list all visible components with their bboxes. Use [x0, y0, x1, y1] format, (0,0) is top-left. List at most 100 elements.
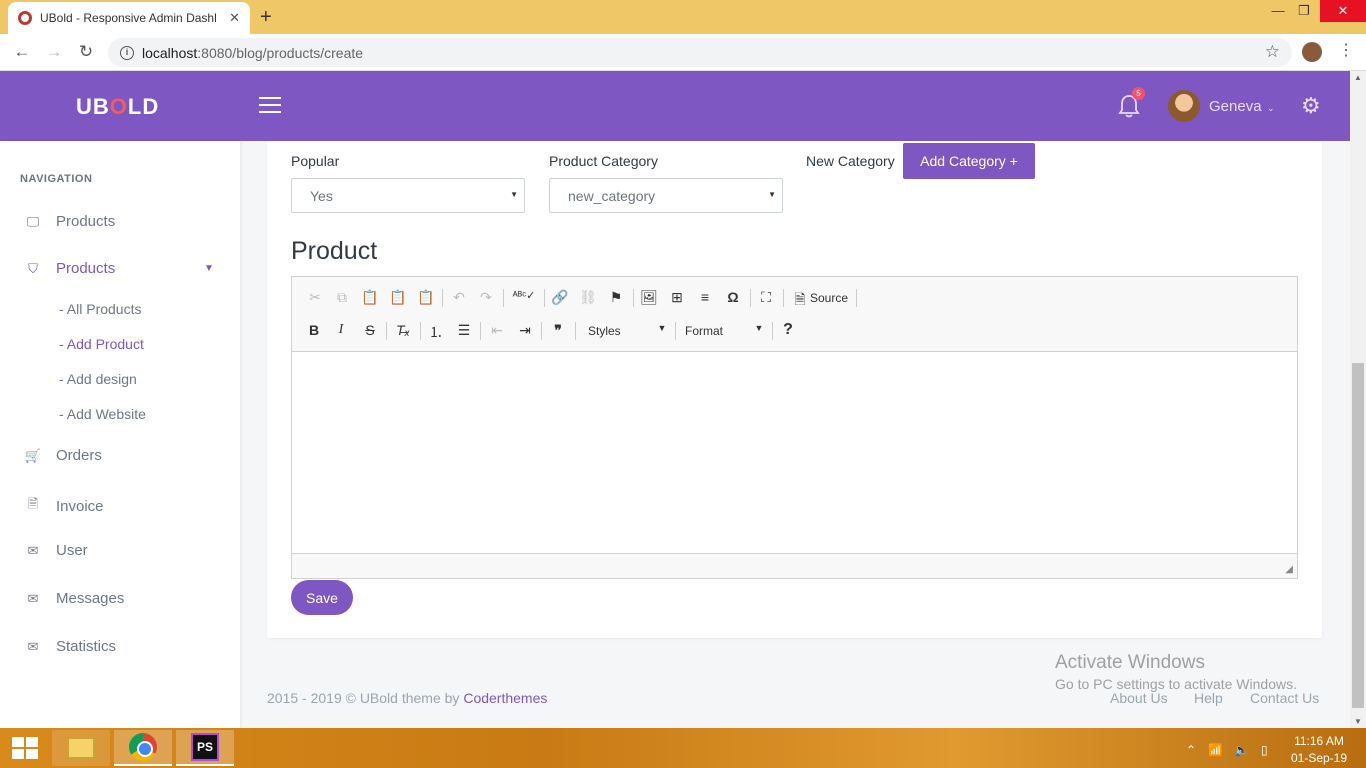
- coderthemes-link[interactable]: Coderthemes: [463, 690, 547, 706]
- bulleted-list-icon[interactable]: ☰: [454, 322, 474, 339]
- product-heading: Product: [291, 237, 378, 265]
- clock-date: 01-Sep-19: [1290, 751, 1348, 765]
- monitor-icon: 🖵: [26, 213, 40, 229]
- source-doc-icon[interactable]: 🗎: [790, 289, 810, 313]
- paste-text-icon[interactable]: 📋: [388, 289, 408, 306]
- address-bar-row: ← → ↻ i localhost:8080/blog/products/cre…: [0, 34, 1366, 71]
- sidebar: NAVIGATION 🖵 Products ⛉ Products ▼ - All…: [0, 141, 240, 728]
- windows-taskbar: PS: [0, 728, 1366, 768]
- popular-selected-value: Yes: [310, 188, 333, 204]
- new-category-label: New Category: [806, 153, 895, 169]
- add-category-button[interactable]: Add Category +: [903, 143, 1035, 179]
- sidebar-item-products-expanded[interactable]: ⛉ Products ▼: [24, 260, 224, 277]
- url-input[interactable]: i localhost:8080/blog/products/create ☆: [108, 38, 1292, 67]
- sidebar-subitem-add-product[interactable]: - Add Product: [59, 336, 144, 352]
- save-button[interactable]: Save: [291, 580, 353, 615]
- table-icon[interactable]: ⊞: [667, 289, 687, 306]
- spellcheck-icon[interactable]: ᴬᴮᶜ✓: [511, 289, 537, 302]
- back-icon[interactable]: ←: [11, 42, 33, 62]
- sidebar-item-user[interactable]: ✉ User: [24, 542, 88, 559]
- sidebar-subitem-add-design[interactable]: - Add design: [59, 371, 137, 387]
- folder-icon: [67, 737, 95, 759]
- close-window-button[interactable]: ✕: [1320, 0, 1366, 22]
- scroll-up-icon[interactable]: ▲: [1354, 73, 1362, 82]
- bold-icon[interactable]: B: [304, 322, 324, 338]
- source-button[interactable]: Source: [810, 291, 848, 305]
- ubold-logo[interactable]: UBOLD: [76, 94, 159, 120]
- undo-icon[interactable]: ↶: [449, 289, 469, 306]
- browser-menu-icon[interactable]: ⋮: [1338, 40, 1354, 60]
- indent-icon[interactable]: ⇥: [515, 322, 535, 339]
- battery-icon[interactable]: ▯: [1261, 743, 1268, 757]
- special-char-icon[interactable]: Ω: [723, 289, 743, 305]
- network-signal-icon[interactable]: 📶: [1208, 743, 1223, 757]
- help-icon[interactable]: ?: [778, 321, 798, 339]
- info-icon[interactable]: i: [120, 45, 134, 60]
- tab-close-icon[interactable]: ✕: [229, 10, 240, 26]
- format-dropdown[interactable]: Format: [685, 324, 723, 338]
- styles-dropdown[interactable]: Styles: [588, 324, 621, 338]
- footer-link-help[interactable]: Help: [1194, 690, 1223, 706]
- page-scrollbar[interactable]: ▲ ▼: [1350, 71, 1366, 728]
- horizontal-rule-icon[interactable]: ≡: [695, 289, 715, 305]
- sidebar-subitem-add-website[interactable]: - Add Website: [59, 406, 146, 422]
- category-selected-value: new_category: [568, 188, 656, 204]
- unlink-icon[interactable]: ⛓: [578, 289, 598, 306]
- product-category-select[interactable]: new_category ▼: [549, 178, 783, 213]
- popular-select[interactable]: Yes ▼: [291, 178, 525, 213]
- footer-link-about-us[interactable]: About Us: [1110, 690, 1168, 706]
- mail-icon: ✉: [27, 542, 39, 558]
- styles-dropdown-arrow-icon[interactable]: ▼: [652, 323, 672, 333]
- anchor-flag-icon[interactable]: ⚑: [606, 289, 626, 306]
- volume-icon[interactable]: 🔈: [1234, 743, 1249, 757]
- sidebar-item-statistics[interactable]: ✉ Statistics: [24, 638, 116, 655]
- link-icon[interactable]: 🔗: [550, 289, 570, 306]
- footer-copyright: 2015 - 2019 © UBold theme by Coderthemes: [267, 690, 548, 706]
- sidebar-item-invoice[interactable]: 🗎 Invoice: [24, 495, 104, 517]
- restore-button[interactable]: ❐: [1286, 0, 1322, 22]
- taskbar-file-explorer[interactable]: [52, 730, 110, 766]
- hamburger-menu-icon[interactable]: [259, 97, 281, 118]
- browser-profile-avatar[interactable]: [1302, 42, 1322, 62]
- new-tab-button[interactable]: +: [260, 6, 272, 29]
- italic-icon[interactable]: I: [331, 322, 351, 338]
- clock-time: 11:16 AM: [1294, 734, 1344, 748]
- windows-start-icon[interactable]: [12, 737, 38, 759]
- chevron-down-icon: ▼: [204, 263, 214, 274]
- paste-icon[interactable]: 📋: [360, 289, 380, 306]
- user-menu[interactable]: Geneva ⌄: [1209, 98, 1275, 115]
- resize-handle-icon[interactable]: ◢: [1285, 564, 1293, 575]
- sidebar-item-orders[interactable]: 🛒 Orders: [24, 447, 102, 464]
- format-dropdown-arrow-icon[interactable]: ▼: [749, 323, 769, 333]
- image-icon[interactable]: 🖼: [639, 289, 659, 306]
- editor-content-area[interactable]: [292, 352, 1297, 553]
- sidebar-item-messages[interactable]: ✉ Messages: [24, 590, 125, 607]
- favicon-icon: [18, 11, 32, 25]
- copy-icon[interactable]: ⧉: [332, 289, 352, 306]
- taskbar-clock[interactable]: 11:16 AM 01-Sep-19: [1288, 733, 1350, 767]
- sidebar-item-products[interactable]: 🖵 Products: [24, 213, 115, 230]
- scroll-down-icon[interactable]: ▼: [1354, 717, 1362, 726]
- outdent-icon[interactable]: ⇤: [487, 322, 507, 339]
- paste-word-icon[interactable]: 📋: [416, 289, 436, 306]
- remove-format-icon[interactable]: T̶ₓ: [393, 322, 413, 338]
- user-avatar[interactable]: [1168, 90, 1200, 122]
- sidebar-item-label: Invoice: [56, 497, 104, 515]
- settings-gear-icon[interactable]: ⚙: [1301, 93, 1321, 119]
- numbered-list-icon[interactable]: ⒈: [426, 322, 446, 342]
- browser-tab[interactable]: UBold - Responsive Admin Dashl ✕: [8, 2, 250, 34]
- redo-icon[interactable]: ↷: [476, 289, 496, 306]
- strikethrough-icon[interactable]: S: [360, 322, 380, 338]
- scrollbar-thumb[interactable]: [1352, 363, 1364, 708]
- reload-icon[interactable]: ↻: [75, 42, 97, 62]
- forward-icon[interactable]: →: [43, 42, 65, 62]
- tray-expand-icon[interactable]: ⌃: [1186, 743, 1196, 757]
- footer-link-contact-us[interactable]: Contact Us: [1250, 690, 1319, 706]
- taskbar-chrome[interactable]: [114, 730, 172, 766]
- cut-icon[interactable]: ✂: [305, 289, 325, 306]
- bookmark-star-icon[interactable]: ☆: [1265, 42, 1280, 62]
- blockquote-icon[interactable]: ❞: [548, 322, 568, 339]
- maximize-icon[interactable]: ⛶: [756, 289, 776, 306]
- taskbar-phpstorm[interactable]: PS: [176, 730, 234, 766]
- sidebar-subitem-all-products[interactable]: - All Products: [59, 301, 141, 317]
